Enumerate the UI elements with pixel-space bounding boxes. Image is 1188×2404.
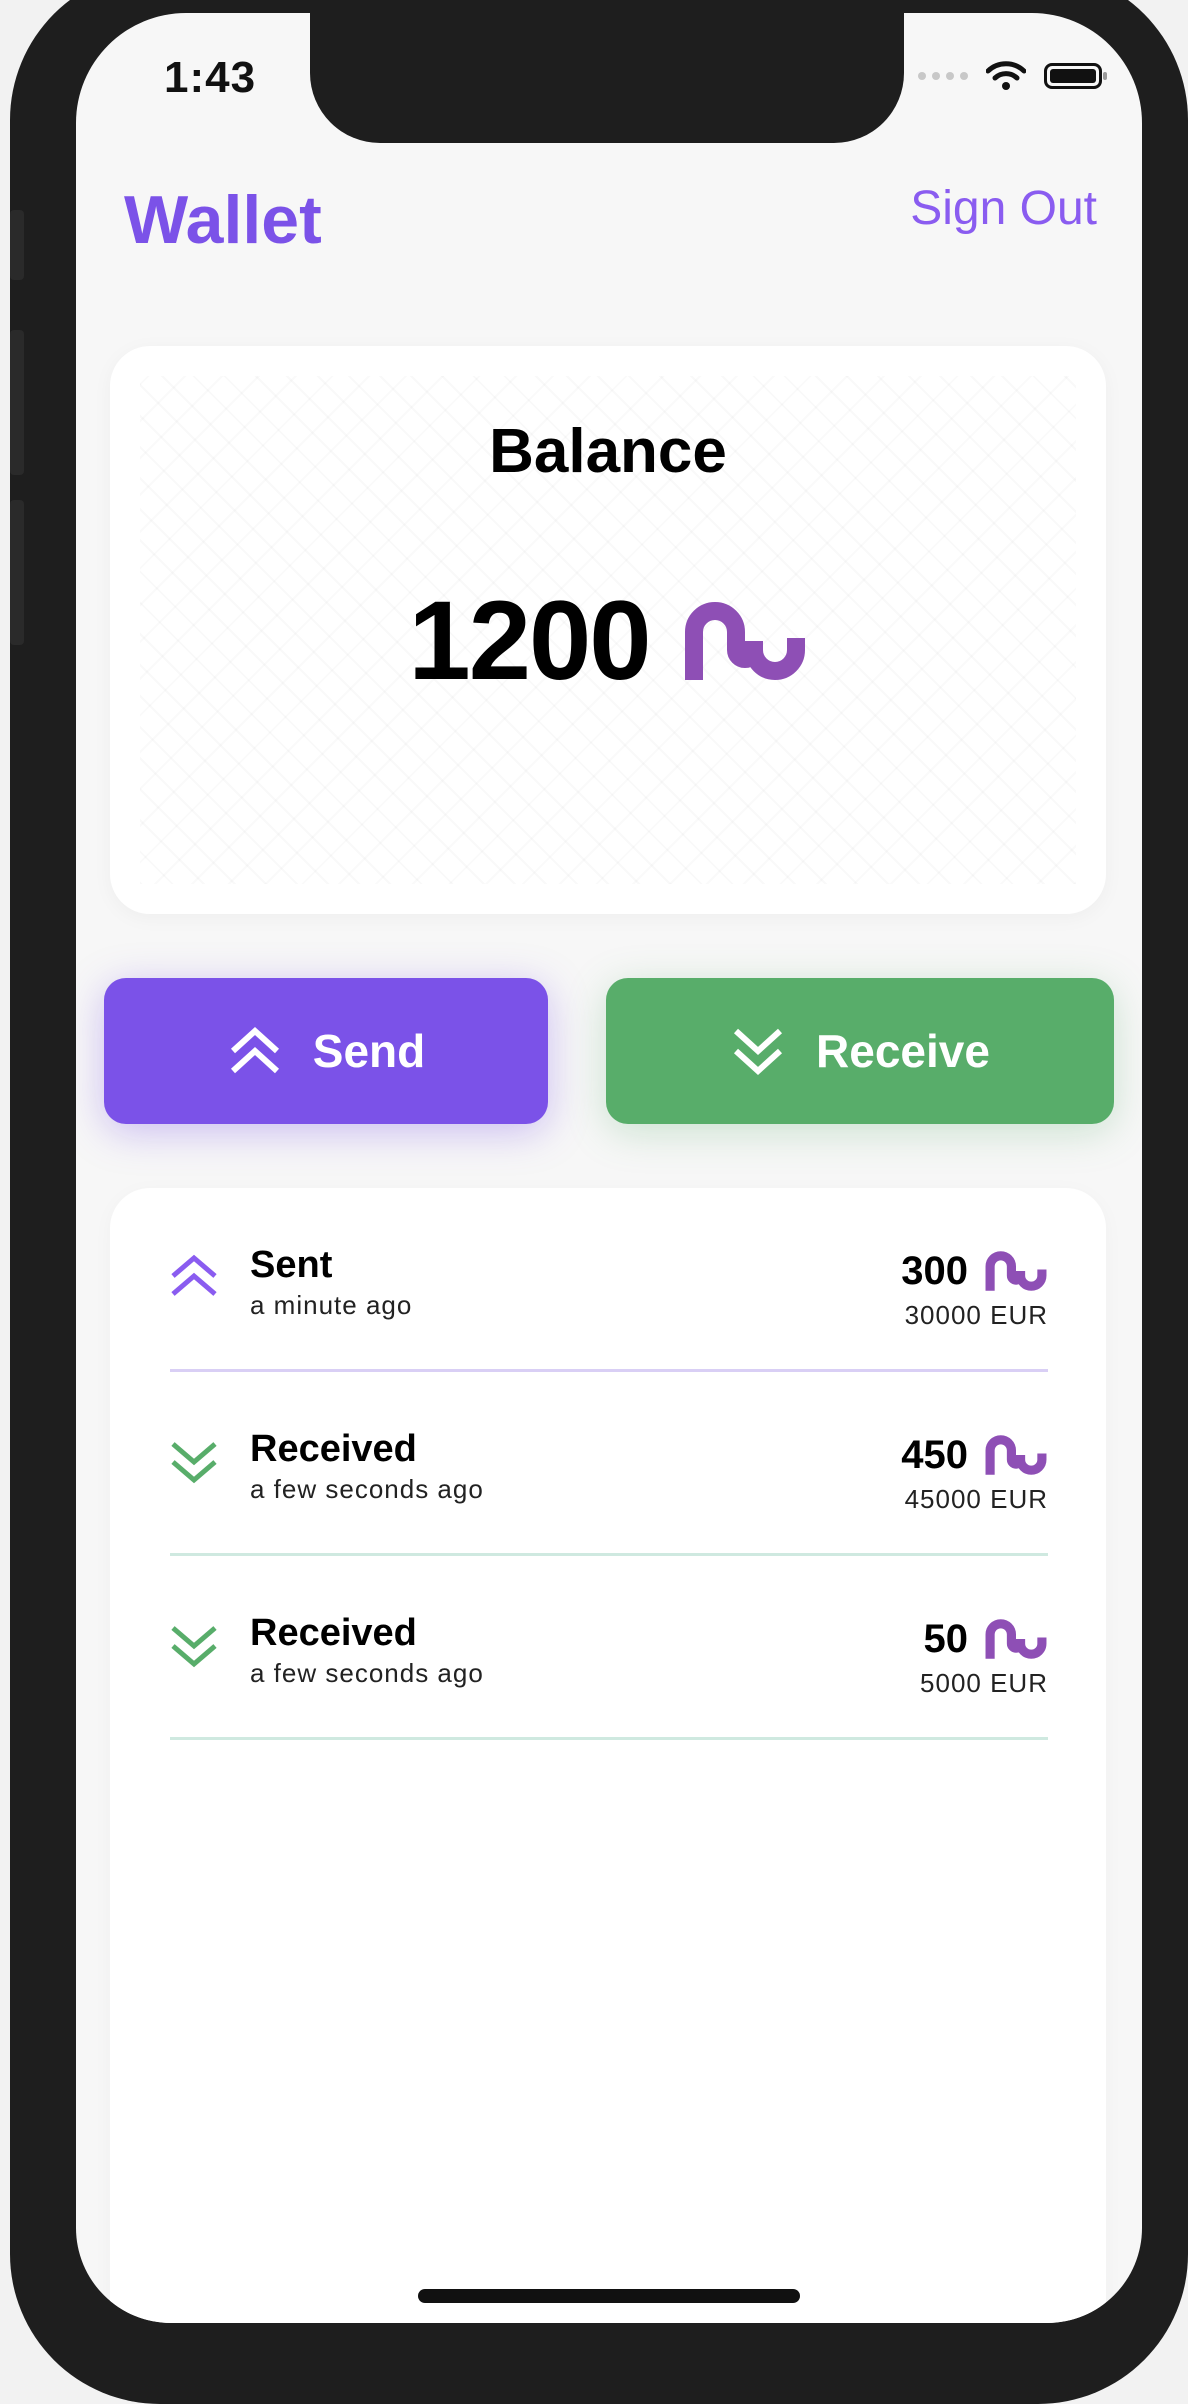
- chevron-double-down-icon: [171, 1626, 217, 1668]
- wifi-icon: [986, 61, 1026, 90]
- volume-up-button: [10, 330, 24, 475]
- transaction-time: a minute ago: [250, 1290, 413, 1320]
- home-indicator[interactable]: [418, 2289, 800, 2303]
- volume-down-button: [10, 500, 24, 645]
- transaction-fiat: 45000 EUR: [904, 1484, 1048, 1514]
- chevron-double-down-icon: [171, 1442, 217, 1484]
- balance-card: Balance 1200: [110, 346, 1106, 914]
- balance-label: Balance: [489, 417, 727, 486]
- transaction-amount-row: 450: [901, 1430, 1048, 1480]
- transaction-time: a few seconds ago: [250, 1474, 484, 1504]
- stumbleupon-coin-icon: [985, 1251, 1047, 1291]
- send-button[interactable]: Send: [104, 978, 548, 1124]
- battery-icon: [1044, 63, 1107, 89]
- receive-button[interactable]: Receive: [606, 978, 1114, 1124]
- stumbleupon-coin-icon: [985, 1435, 1047, 1475]
- transaction-fiat: 30000 EUR: [904, 1300, 1048, 1330]
- sign-out-button[interactable]: Sign Out: [910, 181, 1097, 236]
- device-frame: 1:43 Wallet Sign Out Balance 1200 Send R…: [10, 0, 1188, 2404]
- transaction-amount: 450: [901, 1432, 968, 1477]
- transaction-title: Sent: [250, 1244, 333, 1286]
- mute-switch: [10, 210, 24, 280]
- transaction-amount: 50: [923, 1616, 969, 1661]
- chevron-double-up-icon: [230, 1026, 279, 1074]
- transaction-fiat: 5000 EUR: [920, 1668, 1048, 1698]
- transaction-amount-row: 300: [901, 1246, 1048, 1296]
- divider: [170, 1737, 1048, 1740]
- transaction-title: Received: [250, 1428, 417, 1470]
- page-title: Wallet: [124, 182, 322, 258]
- screen: 1:43 Wallet Sign Out Balance 1200 Send R…: [76, 13, 1142, 2323]
- send-label: Send: [312, 1025, 426, 1077]
- transactions-card: Sent a minute ago 300 30000 EUR Received: [110, 1188, 1106, 2323]
- chevron-double-down-icon: [734, 1028, 783, 1076]
- stumbleupon-coin-icon: [684, 601, 805, 680]
- balance-row: 1200: [110, 576, 1106, 705]
- chevron-double-up-icon: [171, 1254, 217, 1296]
- transaction-row[interactable]: Sent a minute ago 300 30000 EUR: [170, 1188, 1048, 1372]
- signal-icon: [918, 72, 968, 80]
- transaction-time: a few seconds ago: [250, 1658, 484, 1688]
- transaction-row[interactable]: Received a few seconds ago 450 45000 EUR: [170, 1372, 1048, 1556]
- stumbleupon-coin-icon: [985, 1619, 1047, 1659]
- transaction-amount-row: 50: [924, 1614, 1049, 1664]
- notch: [310, 13, 904, 143]
- transaction-amount: 300: [901, 1248, 968, 1293]
- transaction-row[interactable]: Received a few seconds ago 50 5000 EUR: [170, 1556, 1048, 1740]
- status-time: 1:43: [164, 53, 257, 102]
- status-icons: [918, 61, 1107, 91]
- balance-amount: 1200: [408, 578, 651, 703]
- receive-label: Receive: [816, 1025, 990, 1077]
- transaction-title: Received: [250, 1612, 417, 1654]
